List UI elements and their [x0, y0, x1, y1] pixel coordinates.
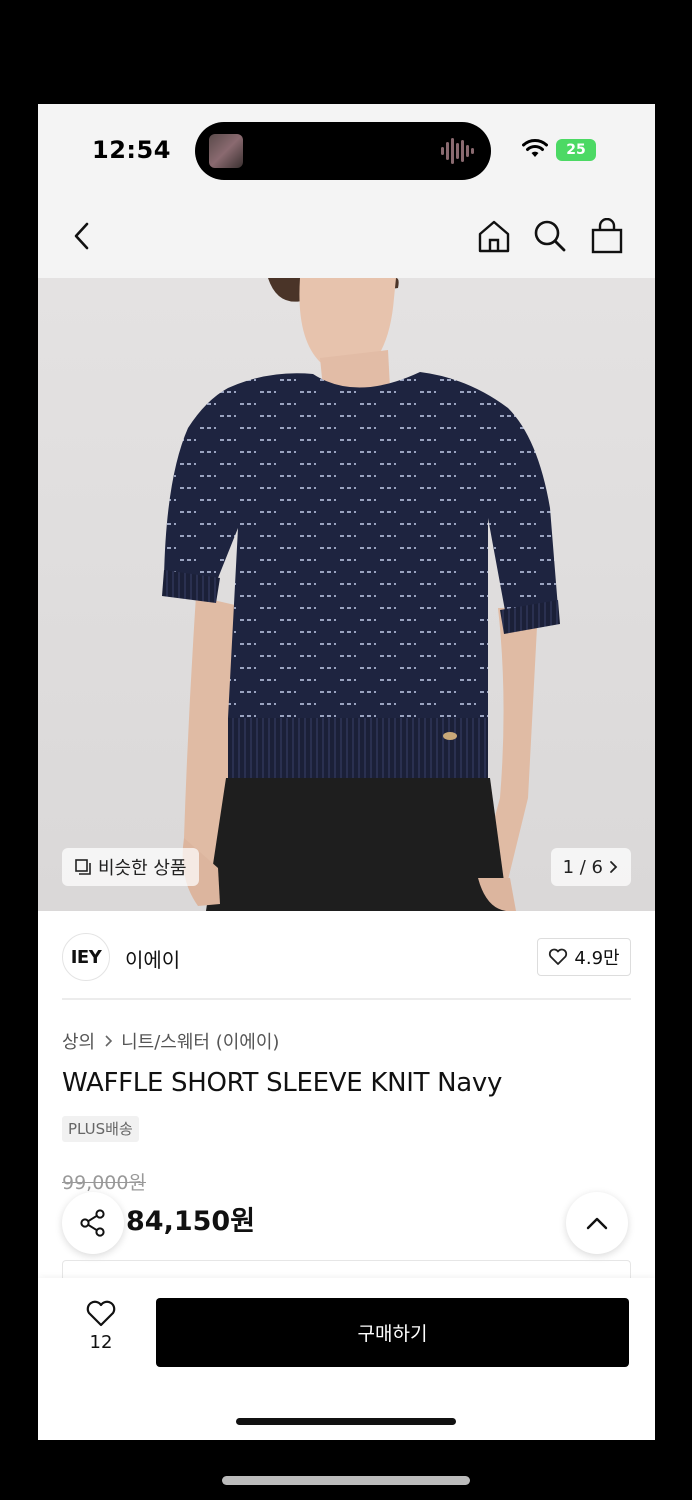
phone-screen: 12:54 25 비슷한 상품 1 / 6 IEY 이에이 4.9만 상의 니트…	[38, 104, 655, 1440]
breadcrumb-category[interactable]: 상의	[62, 1028, 95, 1054]
product-photo	[162, 278, 560, 911]
now-playing-artwork	[209, 134, 243, 168]
chevron-right-icon	[610, 861, 618, 873]
top-nav-bar	[38, 196, 655, 278]
dynamic-island[interactable]	[195, 122, 491, 180]
brand-name[interactable]: 이에이	[125, 944, 180, 973]
chevron-up-icon	[586, 1217, 608, 1230]
brand-logo[interactable]: IEY	[62, 933, 110, 981]
scroll-to-top-button[interactable]	[566, 1192, 628, 1254]
page-counter-text: 1 / 6	[562, 856, 603, 878]
home-button[interactable]	[474, 216, 514, 256]
sale-price: 84,150원	[126, 1206, 256, 1237]
delivery-badge: PLUS배송	[62, 1116, 139, 1142]
bottom-action-bar: 12 구매하기	[38, 1278, 655, 1440]
audio-waveform-icon	[441, 138, 474, 164]
wishlist-count: 12	[89, 1332, 113, 1353]
status-bar: 12:54 25	[38, 104, 655, 196]
home-indicator[interactable]	[236, 1418, 456, 1425]
chevron-left-icon	[74, 222, 89, 250]
original-price: 99,000원	[62, 1172, 146, 1194]
breadcrumb: 상의 니트/스웨터 (이에이)	[62, 1028, 279, 1054]
wishlist-button[interactable]: 12	[78, 1300, 124, 1364]
chevron-right-icon	[105, 1035, 113, 1047]
similar-products-icon	[75, 859, 91, 875]
share-button[interactable]	[62, 1192, 124, 1254]
shopping-bag-icon	[591, 218, 623, 254]
brand-like-button[interactable]: 4.9만	[537, 938, 631, 976]
battery-indicator: 25	[556, 139, 596, 161]
outer-scroll-indicator	[222, 1476, 470, 1485]
similar-products-button[interactable]: 비슷한 상품	[62, 848, 199, 886]
breadcrumb-subcategory[interactable]: 니트/스웨터 (이에이)	[121, 1028, 279, 1054]
status-time: 12:54	[92, 136, 171, 164]
similar-products-label: 비슷한 상품	[98, 858, 187, 879]
share-icon	[80, 1209, 105, 1237]
image-page-counter[interactable]: 1 / 6	[550, 848, 631, 886]
heart-icon	[86, 1300, 116, 1327]
home-icon	[478, 220, 510, 253]
back-button[interactable]	[62, 216, 102, 256]
cart-button[interactable]	[587, 216, 627, 256]
search-button[interactable]	[530, 216, 570, 256]
heart-icon	[549, 948, 568, 965]
brand-row[interactable]: IEY 이에이 4.9만	[62, 930, 631, 988]
product-title: WAFFLE SHORT SLEEVE KNIT Navy	[62, 1068, 503, 1098]
brand-like-count: 4.9만	[574, 948, 620, 969]
wifi-icon	[522, 139, 548, 157]
product-image-carousel[interactable]: 비슷한 상품 1 / 6	[38, 278, 655, 911]
divider	[62, 998, 631, 1000]
buy-button[interactable]: 구매하기	[156, 1298, 629, 1367]
search-icon	[534, 220, 566, 252]
